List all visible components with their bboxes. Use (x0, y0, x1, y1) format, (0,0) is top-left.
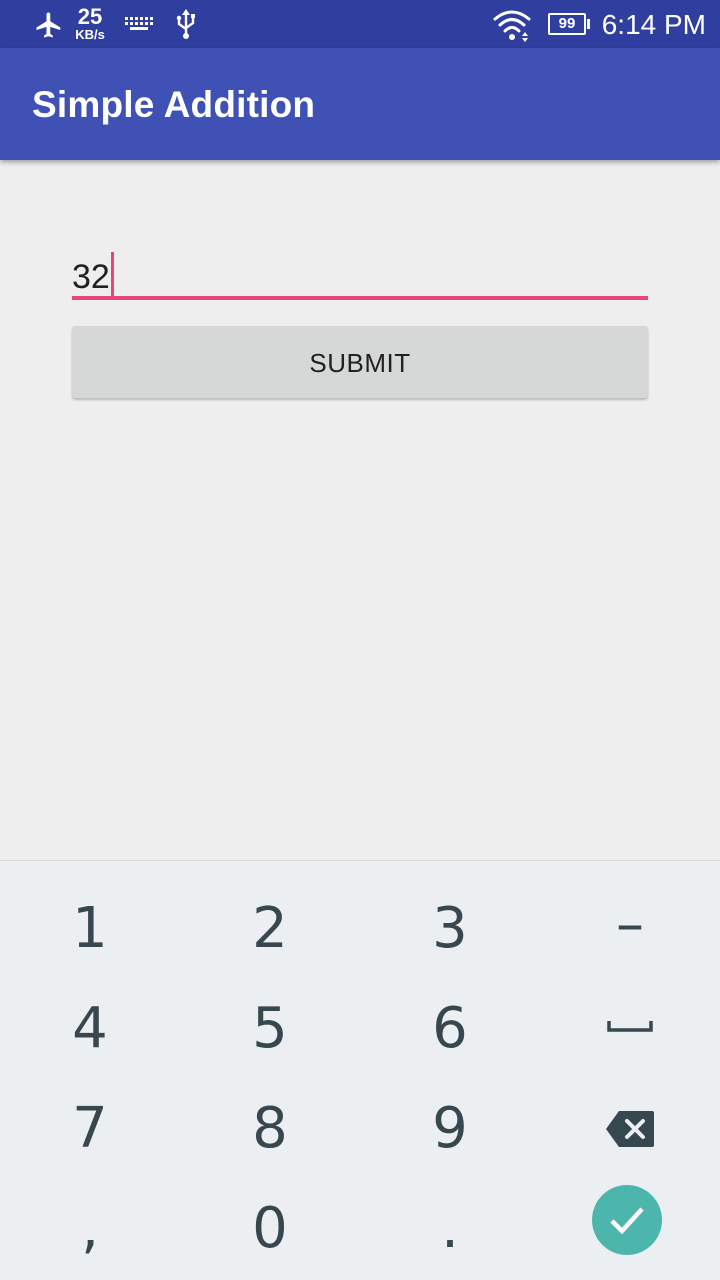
usb-icon (174, 9, 198, 46)
input-underline (72, 296, 648, 300)
network-speed-unit: KB/s (75, 27, 105, 42)
backspace-icon (540, 1079, 720, 1148)
status-bar: 25 KB/s 99 6:14 PM (0, 0, 720, 48)
key-period[interactable]: . (360, 1179, 540, 1279)
main-content: 32 SUBMIT (0, 160, 720, 860)
done-check-icon (592, 1185, 662, 1242)
app-bar: Simple Addition (0, 48, 720, 160)
key-1[interactable]: 1 (0, 879, 180, 979)
space-icon (540, 979, 720, 1033)
battery-tip (587, 19, 590, 29)
key-2[interactable]: 2 (180, 879, 360, 979)
key-6[interactable]: 6 (360, 979, 540, 1079)
battery-icon: 99 (548, 13, 586, 35)
wifi-icon (492, 8, 532, 47)
number-input-text[interactable]: 32 (72, 252, 114, 298)
app-title: Simple Addition (32, 84, 316, 125)
key-8[interactable]: 8 (180, 1079, 360, 1179)
numeric-keyboard: 1 2 3 – 4 5 6 7 8 9 , 0 . (0, 860, 720, 1280)
key-9[interactable]: 9 (360, 1079, 540, 1179)
key-0[interactable]: 0 (180, 1179, 360, 1279)
key-4[interactable]: 4 (0, 979, 180, 1079)
key-backspace[interactable] (540, 1079, 720, 1179)
text-cursor (110, 252, 114, 298)
clock: 6:14 PM (601, 9, 706, 40)
key-space[interactable] (540, 979, 720, 1079)
key-5[interactable]: 5 (180, 979, 360, 1079)
battery-level: 99 (558, 15, 576, 32)
key-comma[interactable]: , (0, 1179, 180, 1279)
key-3[interactable]: 3 (360, 879, 540, 979)
network-speed: 25 KB/s (70, 4, 110, 42)
number-input-value: 32 (72, 258, 110, 296)
keyboard-icon (124, 16, 154, 37)
submit-button[interactable]: SUBMIT (72, 326, 648, 398)
number-input[interactable]: 32 (72, 240, 648, 302)
key-7[interactable]: 7 (0, 1079, 180, 1179)
done-button[interactable] (592, 1185, 662, 1255)
airplane-icon (34, 10, 64, 45)
key-minus[interactable]: – (540, 875, 720, 975)
network-speed-value: 25 (77, 4, 103, 29)
